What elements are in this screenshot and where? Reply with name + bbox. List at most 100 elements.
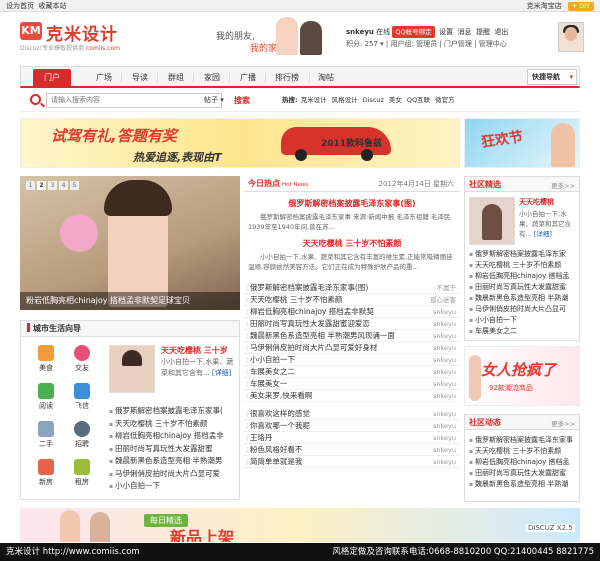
table-row[interactable]: 天天吃樱桃 三十岁不怕素颜孤心迷客 (244, 294, 460, 306)
table-row[interactable]: 车展美女之二snkeyu (244, 366, 460, 378)
more-link[interactable]: 更多>> (551, 418, 575, 428)
tab-guide[interactable]: 导读 (121, 69, 159, 87)
slide-page-5[interactable]: 5 (70, 181, 79, 190)
user-group[interactable]: 用户组: 管理员 (391, 40, 438, 48)
list-item[interactable]: 柳岩低胸亮相chinajoy 搭档孟 (469, 271, 579, 282)
slide-page-3[interactable]: 3 (48, 181, 57, 190)
bookmark-link[interactable]: 收藏本站 (38, 2, 66, 10)
hot-keyword[interactable]: QQ互联 (407, 96, 430, 104)
list-item[interactable]: 魏晨新黑色系造型亮相 半熟潮男 (109, 455, 239, 468)
tab-ranking[interactable]: 排行榜 (265, 69, 309, 87)
quick-nav-dropdown[interactable]: 快捷导航 ▾ (527, 69, 577, 85)
jobs-link[interactable]: 招聘 (69, 421, 95, 449)
table-row[interactable]: 田丽时尚写真玩性大发露甜蜜迎爱恋snkeyu (244, 318, 460, 330)
portal-admin-link[interactable]: 门户管理 (444, 40, 472, 48)
table-row[interactable]: 车展美女一snkeyu (244, 378, 460, 390)
dating-link[interactable]: 交友 (69, 345, 95, 373)
shop-link[interactable]: 克米淘宝店 (527, 2, 562, 10)
headline-1[interactable]: 俄罗斯解密档案披露毛泽东家事(图) (244, 198, 460, 209)
table-row[interactable]: 美女来罗,快来看啊snkeyu (244, 390, 460, 402)
tab-collection[interactable]: 淘帖 (307, 69, 345, 87)
list-item[interactable]: 小小自拍一下 (109, 480, 239, 493)
list-item[interactable]: 天天吃樱桃 三十岁不怕素颜 (469, 446, 579, 457)
food-link[interactable]: 美食 (33, 345, 59, 373)
shopping-ad-banner[interactable]: 女人抢疯了 92款潮流商品 (464, 346, 580, 406)
list-item[interactable]: 小小自拍一下 (469, 315, 579, 326)
more-link[interactable]: 更多>> (551, 180, 575, 190)
table-row[interactable]: 马伊俐俏皮拍时尚大片凸显可爱好身材snkeyu (244, 342, 460, 354)
details-link[interactable]: [详细] (534, 230, 552, 238)
username[interactable]: snkeyu (346, 28, 374, 36)
daily-picks-banner[interactable]: 每日精选 新品上架 (20, 508, 580, 542)
table-row[interactable]: 你喜欢哪一个我呢snkeyu (244, 420, 460, 432)
slide-page-2[interactable]: 2 (37, 181, 46, 190)
table-row[interactable]: 魏晨新黑色系造型亮相 半熟潮男风现诵一面snkeyu (244, 330, 460, 342)
list-item[interactable]: 俄罗斯解密档案披露毛泽东家 (469, 249, 579, 260)
car-ad-banner[interactable]: 试驾有礼,答题有奖 热爱追逐,表现由T 2011款科鲁兹 (20, 118, 460, 168)
carnival-ad-banner[interactable]: 狂欢节 (464, 118, 580, 168)
secondhand-link[interactable]: 二手 (33, 421, 59, 449)
list-item[interactable]: 柳岩低胸亮相chinajoy 搭档孟 (469, 457, 579, 468)
community-feature-title[interactable]: 天天吃樱桃 (519, 197, 554, 207)
table-row[interactable]: 很喜欢这样的感觉snkeyu (244, 408, 460, 420)
avatar[interactable] (558, 22, 584, 52)
list-item[interactable]: 马伊俐俏皮拍时尚大片凸显可爱 (109, 468, 239, 481)
tab-portal[interactable]: 门户 (33, 69, 71, 87)
hot-keyword[interactable]: 美女 (389, 96, 402, 104)
tab-groups[interactable]: 群组 (157, 69, 195, 87)
tab-home[interactable]: 家园 (193, 69, 231, 87)
list-item[interactable]: 魏晨新黑色系造型亮相 半熟潮 (469, 479, 579, 490)
tab-plaza[interactable]: 广场 (85, 69, 123, 87)
tagline-2: 我的家 (250, 44, 278, 54)
new-house-link[interactable]: 新房 (33, 459, 59, 487)
list-item[interactable]: 田丽时尚写真玩性大发露甜蜜 (469, 468, 579, 479)
table-row[interactable]: 王珞丹snkeyu (244, 432, 460, 444)
list-item[interactable]: 柳岩低胸亮相chinajoy 搭档孟非 (109, 430, 239, 443)
admin-center-link[interactable]: 管理中心 (479, 40, 507, 48)
slide-page-4[interactable]: 4 (59, 181, 68, 190)
logout-link[interactable]: 退出 (494, 28, 508, 36)
list-item[interactable]: 田丽时尚写真玩性大发露甜蜜 (469, 282, 579, 293)
slide-caption[interactable]: 粉岩低胸亮相chinajoy 搭档孟非默契足球宝贝 (20, 292, 240, 310)
reading-link[interactable]: 阅读 (33, 383, 59, 411)
hot-keyword[interactable]: Discuz (363, 96, 384, 104)
table-row[interactable]: 粉色风格好看不snkeyu (244, 444, 460, 456)
headline-2[interactable]: 天天吃樱桃 三十岁不怕素颜 (244, 238, 460, 249)
notice-link[interactable]: 提醒 (476, 28, 490, 36)
site-logo[interactable]: KM 克米设计 Discuz!专业模板提供商 comiis.com (20, 20, 180, 52)
slide-photo (104, 180, 172, 307)
messages-link[interactable]: 消息 (458, 28, 472, 36)
table-row[interactable]: 简简单单就是我snkeyu (244, 456, 460, 468)
table-row[interactable]: 柳岩低胸亮相chinajoy 搭档孟非默契snkeyu (244, 306, 460, 318)
list-item[interactable]: 俄罗斯解密档案披露毛泽东家事( (109, 405, 239, 418)
slideshow[interactable]: 12345 粉岩低胸亮相chinajoy 搭档孟非默契足球宝贝 (20, 176, 240, 310)
hot-keyword[interactable]: 风格设计 (332, 96, 358, 104)
details-link[interactable]: [详细] (212, 369, 231, 377)
community-feature-image[interactable] (469, 197, 515, 245)
list-item[interactable]: 车展美女之二 (469, 326, 579, 337)
diy-button[interactable]: + DIY (567, 2, 594, 11)
list-item[interactable]: 田丽时尚写真玩性大发露甜蜜 (109, 443, 239, 456)
rent-link[interactable]: 租房 (69, 459, 95, 487)
settings-link[interactable]: 设置 (439, 28, 453, 36)
list-item[interactable]: 天天吃樱桃 三十岁不怕素颜 (109, 418, 239, 431)
search-type-select[interactable]: 帖子 ▾ (204, 93, 224, 108)
table-row[interactable]: 俄罗斯解密档案披露毛泽东家事(图)不属于 (244, 282, 460, 294)
set-homepage-link[interactable]: 设为首页 (6, 2, 34, 10)
search-input[interactable] (46, 93, 222, 108)
tab-broadcast[interactable]: 广播 (229, 69, 267, 87)
hot-keyword[interactable]: 微官方 (435, 96, 455, 104)
list-item[interactable]: 天天吃樱桃 三十岁不怕素颜 (469, 260, 579, 271)
slide-page-1[interactable]: 1 (26, 181, 35, 190)
guide-feature-title[interactable]: 天天吃樱桃 三十岁 (161, 345, 228, 356)
list-item[interactable]: 马伊俐俏皮拍时尚大片凸显可 (469, 304, 579, 315)
search-button[interactable]: 搜索 (234, 93, 250, 108)
points[interactable]: 积分: 257 (346, 40, 378, 48)
hot-keyword[interactable]: 克米设计 (301, 96, 327, 104)
table-row[interactable]: 小小自拍一下snkeyu (244, 354, 460, 366)
guide-feature-image[interactable] (109, 345, 155, 393)
fetion-link[interactable]: 飞信 (69, 383, 95, 411)
list-item[interactable]: 魏晨新黑色系造型亮相 半熟潮 (469, 293, 579, 304)
list-item[interactable]: 俄罗斯解密档案披露毛泽东家事 (469, 435, 579, 446)
qq-bind-button[interactable]: QQ帐号绑定 (392, 26, 435, 38)
